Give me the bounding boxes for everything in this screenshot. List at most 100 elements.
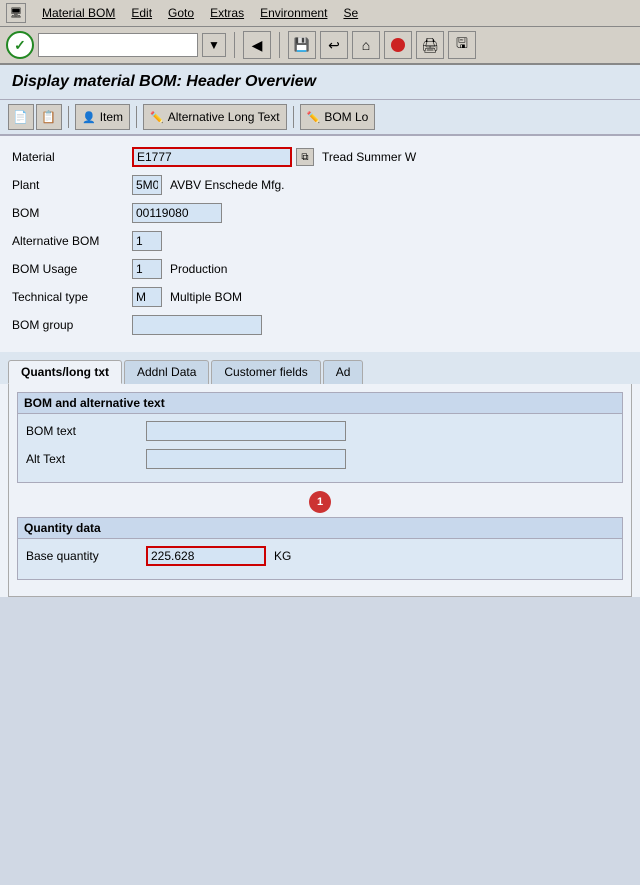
- tabs-container: Quants/long txt Addnl Data Customer fiel…: [0, 352, 640, 384]
- bom-alt-text-content: BOM text Alt Text: [18, 414, 622, 482]
- plant-label: Plant: [12, 178, 132, 192]
- alt-bom-input[interactable]: [132, 231, 162, 251]
- bom-long-button[interactable]: ✏️ BOM Lo: [300, 104, 376, 130]
- save-icon: 💾: [294, 37, 310, 53]
- command-input[interactable]: [38, 33, 198, 57]
- plant-input[interactable]: [132, 175, 162, 195]
- material-copy-button[interactable]: ⧉: [296, 148, 314, 166]
- confirm-button[interactable]: ✓: [6, 31, 34, 59]
- bom-group-field: [132, 315, 262, 335]
- bom-text-label: BOM text: [26, 424, 146, 438]
- plant-row: Plant AVBV Enschede Mfg.: [12, 174, 628, 196]
- copy-icon: ⧉: [301, 152, 308, 163]
- sec-separator-1: [68, 106, 69, 128]
- save-button[interactable]: 💾: [288, 31, 316, 59]
- badge-container: 1: [17, 491, 623, 513]
- tab-content: BOM and alternative text BOM text Alt Te…: [8, 384, 632, 597]
- badge-number: 1: [317, 496, 323, 508]
- tab-customer-fields[interactable]: Customer fields: [211, 360, 320, 384]
- app-icon: 🖥: [6, 3, 26, 23]
- tech-type-desc: Multiple BOM: [170, 290, 242, 304]
- bom-input[interactable]: [132, 203, 222, 223]
- back-button[interactable]: ◀: [243, 31, 271, 59]
- secondary-toolbar: 📄 📋 👤 Item ✏️ Alternative Long Text ✏️ B…: [0, 100, 640, 136]
- base-qty-field: KG: [146, 546, 291, 566]
- alt-long-text-label: Alternative Long Text: [168, 110, 280, 124]
- tab-quants-long-txt[interactable]: Quants/long txt: [8, 360, 122, 384]
- bom-usage-desc: Production: [170, 262, 227, 276]
- menu-item-extras[interactable]: Extras: [210, 6, 244, 20]
- bom-group-label: BOM group: [12, 318, 132, 332]
- tech-type-field: Multiple BOM: [132, 287, 242, 307]
- alt-bom-label: Alternative BOM: [12, 234, 132, 248]
- menu-item-se[interactable]: Se: [343, 6, 358, 20]
- sec-icon-btn-1[interactable]: 📄: [8, 104, 34, 130]
- person-icon: 👤: [82, 111, 96, 124]
- page-title: Display material BOM: Header Overview: [0, 65, 640, 100]
- doc2-icon: 📋: [41, 110, 56, 124]
- menubar: 🖥 Material BOM Edit Goto Extras Environm…: [0, 0, 640, 27]
- material-label: Material: [12, 150, 132, 164]
- item-label: Item: [100, 110, 123, 124]
- bom-usage-input[interactable]: [132, 259, 162, 279]
- bom-field: [132, 203, 222, 223]
- material-desc: Tread Summer W: [322, 150, 416, 164]
- quantity-data-content: Base quantity KG: [18, 539, 622, 579]
- bom-long-label: BOM Lo: [324, 110, 368, 124]
- tech-type-input[interactable]: [132, 287, 162, 307]
- plant-field: AVBV Enschede Mfg.: [132, 175, 285, 195]
- status-red-button[interactable]: [384, 31, 412, 59]
- home-button[interactable]: ⌂: [352, 31, 380, 59]
- bom-row: BOM: [12, 202, 628, 224]
- undo-icon: ↩: [328, 37, 340, 54]
- edit-icon: ✏️: [150, 111, 164, 124]
- home-icon: ⌂: [362, 37, 370, 53]
- tab-addnl-data[interactable]: Addnl Data: [124, 360, 209, 384]
- bom-label: BOM: [12, 206, 132, 220]
- scroll-badge: 1: [309, 491, 331, 513]
- menu-item-environment[interactable]: Environment: [260, 6, 327, 20]
- toolbar: ✓ ▼ ◀ 💾 ↩ ⌂ 🖨 🖫: [0, 27, 640, 65]
- base-qty-row: Base quantity KG: [26, 545, 614, 567]
- alt-text-label: Alt Text: [26, 452, 146, 466]
- sec-separator-3: [293, 106, 294, 128]
- doc-icon: 📄: [13, 110, 28, 124]
- tab-customer-fields-label: Customer fields: [224, 365, 307, 379]
- dropdown-arrow-icon: ▼: [208, 38, 220, 52]
- bom-usage-row: BOM Usage Production: [12, 258, 628, 280]
- alt-long-text-button[interactable]: ✏️ Alternative Long Text: [143, 104, 287, 130]
- bom-text-input[interactable]: [146, 421, 346, 441]
- other-button[interactable]: 🖫: [448, 31, 476, 59]
- menu-item-material-bom[interactable]: Material BOM: [42, 6, 115, 20]
- material-field: ⧉ Tread Summer W: [132, 147, 416, 167]
- menu-item-goto[interactable]: Goto: [168, 6, 194, 20]
- undo-button[interactable]: ↩: [320, 31, 348, 59]
- alt-bom-row: Alternative BOM: [12, 230, 628, 252]
- sec-icon-btn-2[interactable]: 📋: [36, 104, 62, 130]
- tab-ad-label: Ad: [336, 365, 351, 379]
- toolbar-separator-2: [279, 32, 280, 58]
- plant-desc: AVBV Enschede Mfg.: [170, 178, 285, 192]
- print-icon: 🖨: [421, 37, 439, 54]
- tab-quants-long-txt-label: Quants/long txt: [21, 365, 109, 379]
- command-dropdown[interactable]: ▼: [202, 33, 226, 57]
- alt-text-input[interactable]: [146, 449, 346, 469]
- print-button[interactable]: 🖨: [416, 31, 444, 59]
- tech-type-row: Technical type Multiple BOM: [12, 286, 628, 308]
- bom-group-input[interactable]: [132, 315, 262, 335]
- tab-addnl-data-label: Addnl Data: [137, 365, 196, 379]
- material-input[interactable]: [132, 147, 292, 167]
- tab-ad[interactable]: Ad: [323, 360, 364, 384]
- sec-separator-2: [136, 106, 137, 128]
- base-qty-unit: KG: [274, 549, 291, 563]
- item-button[interactable]: 👤 Item: [75, 104, 130, 130]
- quantity-data-title: Quantity data: [18, 518, 622, 539]
- other-icon: 🖫: [456, 33, 468, 57]
- bom-alt-text-title: BOM and alternative text: [18, 393, 622, 414]
- base-qty-input[interactable]: [146, 546, 266, 566]
- material-row: Material ⧉ Tread Summer W: [12, 146, 628, 168]
- page-title-text: Display material BOM: Header Overview: [12, 73, 316, 90]
- menu-item-edit[interactable]: Edit: [131, 6, 152, 20]
- bom-edit-icon: ✏️: [307, 111, 321, 124]
- quantity-data-section: Quantity data Base quantity KG: [17, 517, 623, 580]
